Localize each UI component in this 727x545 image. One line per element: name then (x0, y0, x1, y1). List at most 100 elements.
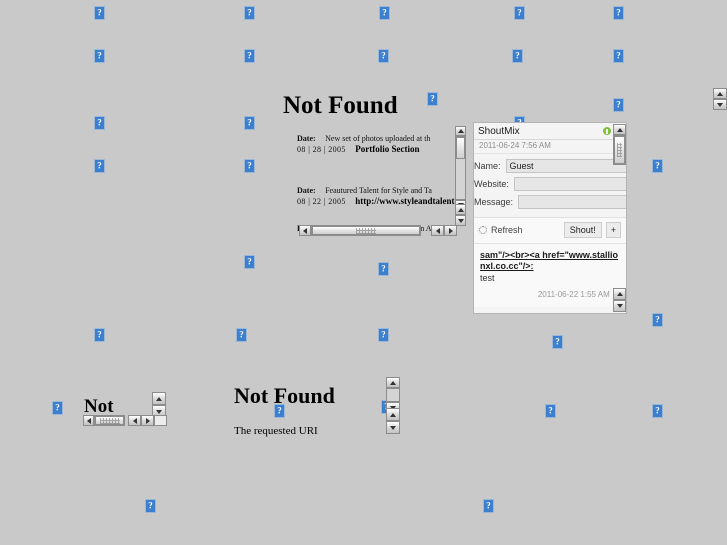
chevron-down-icon (390, 425, 396, 430)
scroll-down-button[interactable] (613, 300, 626, 312)
broken-image-icon (514, 6, 525, 20)
broken-image-icon (613, 6, 624, 20)
scroll-left-button[interactable] (431, 225, 444, 236)
shoutmix-actions: Refresh Shout! + (474, 217, 626, 243)
broken-image-icon (378, 262, 389, 276)
broken-image-icon (613, 49, 624, 63)
scrollbar-thumb[interactable] (95, 416, 124, 425)
scroll-up-button[interactable] (713, 88, 727, 99)
scroll-up-button[interactable] (613, 124, 626, 135)
broken-image-icon (512, 49, 523, 63)
scroll-up-button[interactable] (613, 288, 626, 300)
broken-image-icon (94, 328, 105, 342)
scrollbar-track[interactable] (311, 225, 421, 236)
message-author-link[interactable]: sam"/><br><a href="www.stallionxl.co.cc"… (480, 250, 620, 272)
scrollbar-track[interactable] (613, 135, 626, 165)
message-row: Message: (474, 195, 626, 209)
website-input[interactable] (513, 177, 626, 191)
chevron-right-icon (448, 227, 453, 234)
scrollbar-thumb[interactable] (312, 226, 420, 235)
shoutmix-timestamp: 2011-06-24 7:56 AM (474, 140, 626, 154)
chevron-up-icon (390, 412, 396, 417)
chevron-up-icon (156, 396, 162, 401)
chevron-down-icon (457, 218, 464, 223)
name-input[interactable] (505, 159, 626, 173)
scroll-up-button[interactable] (455, 126, 466, 136)
grip-icon (99, 417, 120, 424)
chevron-left-icon (435, 227, 440, 234)
page-root: Not Found Date: New set of photos upload… (0, 0, 727, 545)
frame-top-not-found: Not Found (283, 96, 413, 118)
scroll-up-button[interactable] (386, 377, 400, 388)
broken-image-icon (613, 98, 624, 112)
page-vertical-scrollbar[interactable] (713, 88, 727, 110)
shoutmix-message-list: sam"/><br><a href="www.stallionxl.co.cc"… (474, 243, 626, 307)
not-found-title: Not Found (283, 96, 398, 118)
chevron-up-icon (717, 91, 723, 96)
chevron-right-icon (145, 417, 150, 424)
refresh-green-icon[interactable] (603, 127, 611, 135)
scroll-right-button[interactable] (444, 225, 457, 236)
news-inner-horizontal-scrollbar[interactable] (431, 225, 457, 236)
news-vertical-scrollbar[interactable] (455, 126, 466, 210)
scrollbar-track[interactable] (455, 136, 466, 200)
news-horizontal-scrollbar[interactable] (299, 225, 421, 236)
scroll-up-button[interactable] (152, 392, 166, 405)
news-entry-sub: 08 | 28 | 2005 Portfolio Section (297, 139, 420, 157)
news-entry-sub: 08 | 22 | 2005 http://www.styleandtalent… (297, 191, 457, 209)
broken-image-icon (244, 6, 255, 20)
broken-image-icon (145, 499, 156, 513)
scrollbar-track[interactable] (386, 388, 400, 402)
scroll-left-button[interactable] (299, 225, 311, 236)
chevron-down-icon (156, 409, 162, 414)
news-inner-vertical-scrollbar[interactable] (455, 204, 466, 226)
broken-image-icon (652, 404, 663, 418)
shout-button[interactable]: Shout! (563, 222, 602, 238)
scroll-down-button[interactable] (713, 99, 727, 110)
news-date-value: 08 | 28 | 2005 (297, 145, 346, 154)
scroll-down-button[interactable] (386, 421, 400, 434)
broken-image-icon (379, 6, 390, 20)
website-label: Website: (474, 179, 509, 189)
scroll-left-button[interactable] (83, 415, 94, 426)
broken-image-icon (94, 49, 105, 63)
name-label: Name: (474, 161, 501, 171)
shoutmix-form: Name: Website: Message: (474, 154, 626, 217)
shoutmix-inner-vertical-scrollbar[interactable] (613, 288, 626, 312)
shoutmix-vertical-scrollbar[interactable] (613, 124, 626, 176)
scroll-up-button[interactable] (455, 204, 466, 215)
chevron-up-icon (457, 129, 464, 133)
broken-image-icon (244, 116, 255, 130)
frame-mid-not-found: Not Found The requested URI (234, 383, 384, 443)
scroll-left-button[interactable] (128, 415, 141, 426)
news-subhead: Portfolio Section (355, 144, 420, 154)
scroll-up-button[interactable] (386, 408, 400, 421)
refresh-button[interactable]: Refresh (479, 225, 564, 235)
message-timestamp: 2011-06-22 1:55 AM (480, 290, 620, 299)
broken-image-icon (652, 313, 663, 327)
grip-icon (617, 143, 622, 157)
small-inner-horizontal-scrollbar[interactable] (128, 415, 154, 426)
chevron-up-icon (616, 127, 623, 132)
message-input[interactable] (518, 195, 626, 209)
refresh-icon (479, 226, 487, 234)
news-date-value: 08 | 22 | 2005 (297, 197, 346, 206)
scroll-right-button[interactable] (141, 415, 154, 426)
refresh-label: Refresh (491, 225, 523, 235)
scrollbar-thumb[interactable] (614, 136, 625, 164)
scrollbar-thumb[interactable] (456, 137, 465, 159)
chevron-up-icon (616, 292, 623, 296)
grip-icon (356, 227, 376, 234)
message-body: test (480, 273, 495, 283)
broken-image-icon (483, 499, 494, 513)
shoutmix-header: ShoutMix (474, 123, 626, 140)
small-horizontal-scrollbar[interactable] (83, 415, 125, 426)
add-button[interactable]: + (605, 222, 621, 238)
news-subhead-link[interactable]: http://www.styleandtalent. (355, 196, 457, 206)
broken-image-icon (378, 328, 389, 342)
not-found-body: The requested URI (234, 425, 318, 437)
website-row: Website: (474, 177, 626, 191)
mid-inner-vertical-scrollbar[interactable] (386, 408, 400, 434)
scrollbar-track[interactable] (94, 415, 125, 426)
broken-image-icon (378, 49, 389, 63)
